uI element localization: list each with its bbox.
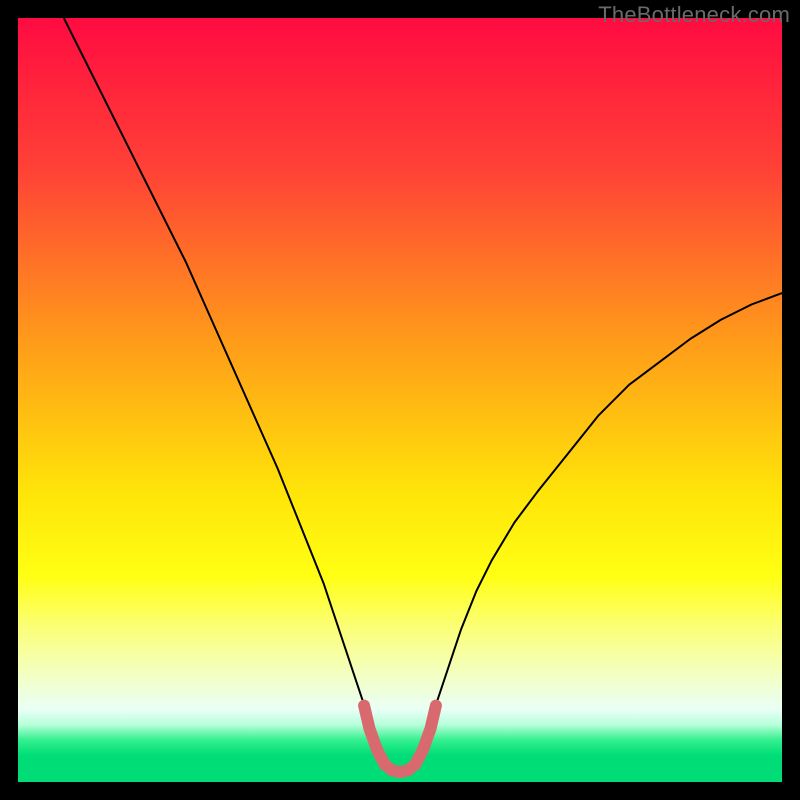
chart-background [18,18,782,782]
watermark-text: TheBottleneck.com [598,2,790,28]
bottleneck-chart [18,18,782,782]
chart-frame [18,18,782,782]
